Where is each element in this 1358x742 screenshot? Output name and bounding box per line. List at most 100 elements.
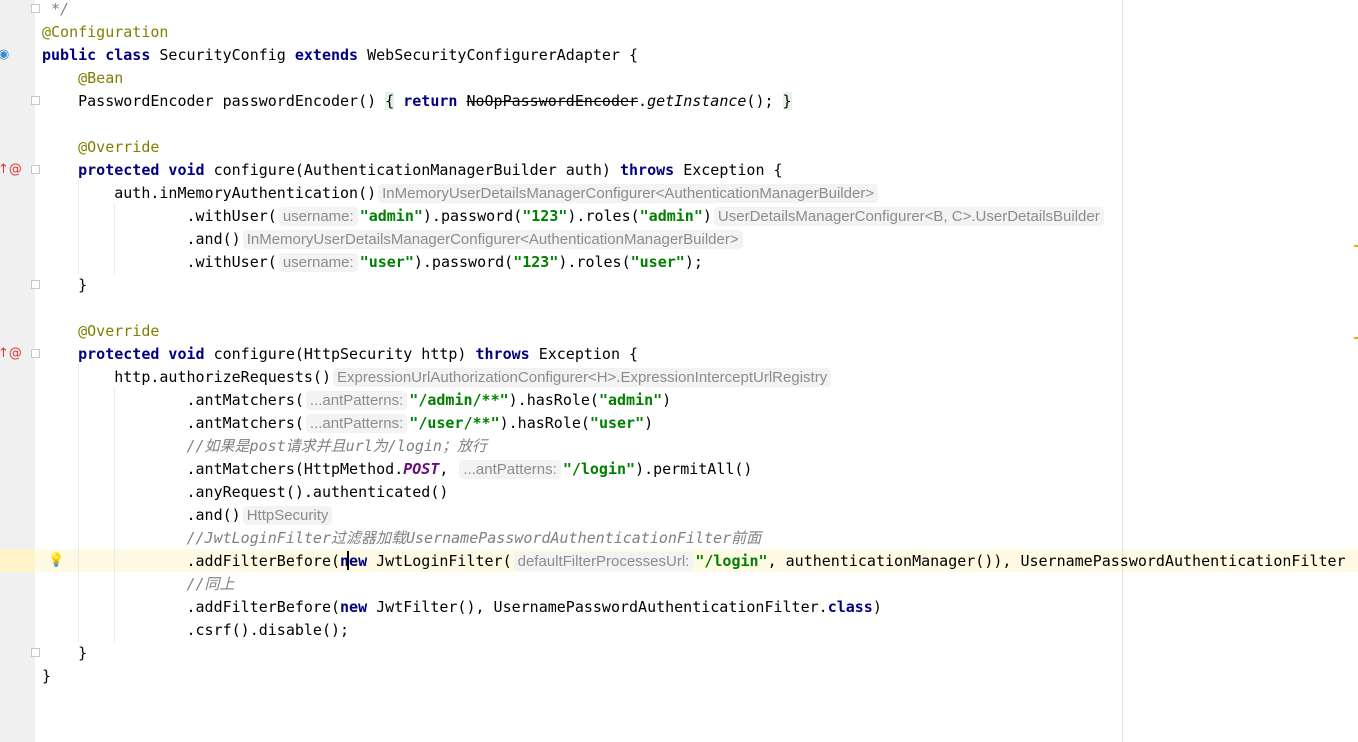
fold-toggle-icon[interactable] — [31, 648, 40, 657]
code-token: ).password( — [413, 253, 514, 271]
fold-toggle-icon[interactable] — [31, 96, 40, 105]
code-token: ).permitAll() — [635, 460, 753, 478]
code-line[interactable]: .withUser(username: "user").password("123… — [42, 251, 703, 274]
code-token: configure(AuthenticationManagerBuilder a… — [204, 161, 620, 179]
code-line[interactable]: .antMatchers(...antPatterns: "/admin/**")… — [42, 389, 671, 412]
annotation: @Override — [78, 322, 160, 340]
comment: */ — [42, 0, 70, 18]
code-line[interactable]: //如果是post请求并且url为/login；放行 — [42, 435, 487, 458]
code-line[interactable]: PasswordEncoder passwordEncoder() { retu… — [42, 90, 792, 113]
code-line[interactable]: @Override — [42, 320, 159, 343]
code-line[interactable]: .addFilterBefore(new JwtFilter(), Userna… — [42, 596, 882, 619]
comment: //JwtLoginFilter过滤器加载UsernamePasswordAut… — [186, 529, 762, 547]
fold-toggle-icon[interactable] — [31, 349, 40, 358]
code-line[interactable]: .withUser(username: "admin").password("12… — [42, 205, 1106, 228]
code-line[interactable]: protected void configure(AuthenticationM… — [42, 159, 782, 182]
code-token: ).hasRole( — [499, 414, 590, 432]
code-token: , — [439, 460, 458, 478]
code-line[interactable]: .antMatchers(...antPatterns: "/user/**").… — [42, 412, 653, 435]
code-token: ) — [662, 391, 672, 409]
string-literal: "/login" — [562, 460, 636, 478]
code-line[interactable]: //同上 — [42, 573, 235, 596]
code-line[interactable]: protected void configure(HttpSecurity ht… — [42, 343, 638, 366]
code-line[interactable]: .and() InMemoryUserDetailsManagerConfigur… — [42, 228, 745, 251]
code-token: ).roles( — [567, 207, 640, 225]
code-line[interactable]: } — [42, 274, 87, 297]
code-line[interactable]: */ — [42, 0, 69, 21]
fold-toggle-icon[interactable] — [31, 165, 40, 174]
parameter-hint: ...antPatterns: — [459, 460, 561, 479]
code-token: .csrf().disable(); — [42, 621, 350, 639]
code-token: .anyRequest().authenticated() — [42, 483, 449, 501]
text-caret — [347, 551, 349, 570]
override-method-icon[interactable]: ↑@ — [0, 347, 22, 361]
string-literal: "admin" — [598, 391, 663, 409]
code-line[interactable]: .addFilterBefore(new JwtLoginFilter(defa… — [42, 550, 1346, 573]
code-token: ).hasRole( — [508, 391, 599, 409]
constant: POST — [403, 460, 440, 478]
overrides-icon[interactable]: ◉ — [0, 48, 9, 62]
string-literal: "user" — [359, 253, 414, 271]
keyword: throws — [475, 345, 530, 363]
code-line[interactable]: .csrf().disable(); — [42, 619, 349, 642]
code-line[interactable]: @Configuration — [42, 21, 168, 44]
code-token: SecurityConfig — [150, 46, 295, 64]
keyword: protected void — [78, 345, 205, 363]
annotation: @Override — [78, 138, 160, 156]
override-method-icon[interactable]: ↑@ — [0, 163, 22, 177]
code-line[interactable]: } — [42, 642, 87, 665]
code-token: .antMatchers( — [42, 414, 304, 432]
string-literal: "/login" — [695, 552, 768, 570]
keyword: new — [340, 552, 368, 570]
warning-stripe-mark[interactable] — [1354, 337, 1358, 339]
code-line[interactable]: auth.inMemoryAuthentication() InMemoryUse… — [42, 182, 880, 205]
code-token: ) — [872, 598, 882, 616]
keyword: return — [403, 92, 458, 110]
parameter-hint: InMemoryUserDetailsManagerConfigurer<Aut… — [242, 230, 743, 249]
warning-stripe-mark[interactable] — [1354, 245, 1358, 247]
code-line[interactable]: @Bean — [42, 67, 123, 90]
string-literal: "user" — [589, 414, 645, 432]
code-token: ) — [702, 207, 712, 225]
code-token: http.authorizeRequests() — [42, 368, 331, 386]
code-line[interactable]: .anyRequest().authenticated() — [42, 481, 448, 504]
string-literal: "/user/**" — [409, 414, 500, 432]
parameter-hint: InMemoryUserDetailsManagerConfigurer<Aut… — [378, 184, 879, 203]
fold-toggle-icon[interactable] — [31, 4, 40, 13]
string-literal: "123" — [522, 207, 568, 225]
fold-toggle-icon[interactable] — [31, 280, 40, 289]
string-literal: "admin" — [359, 207, 423, 225]
code-token: ); — [684, 253, 703, 271]
parameter-hint: ...antPatterns: — [305, 414, 408, 433]
code-token: .addFilterBefore( — [42, 552, 341, 570]
code-line[interactable]: //JwtLoginFilter过滤器加载UsernamePasswordAut… — [42, 527, 762, 550]
comment: //同上 — [186, 575, 235, 593]
keyword: public class — [42, 46, 151, 64]
code-line[interactable]: .antMatchers(HttpMethod.POST, ...antPatt… — [42, 458, 752, 481]
code-token: , authenticationManager()), UsernamePass… — [767, 552, 1346, 570]
code-line[interactable]: @Override — [42, 136, 159, 159]
code-token: JwtLoginFilter( — [367, 552, 512, 570]
code-line[interactable]: } — [42, 665, 51, 688]
parameter-hint: username: — [278, 253, 358, 272]
folded-brace: { — [385, 92, 395, 110]
code-token: PasswordEncoder passwordEncoder() — [42, 92, 386, 110]
annotation: @Bean — [78, 69, 124, 87]
code-line[interactable]: http.authorizeRequests() ExpressionUrlAut… — [42, 366, 833, 389]
code-token: .and() — [42, 230, 241, 248]
string-literal: "admin" — [639, 207, 703, 225]
keyword: extends — [294, 46, 359, 64]
code-line[interactable]: .and() HttpSecurity — [42, 504, 334, 527]
code-line[interactable]: public class SecurityConfig extends WebS… — [42, 44, 638, 67]
parameter-hint: username: — [278, 207, 358, 226]
string-literal: "123" — [513, 253, 559, 271]
lightbulb-icon[interactable]: 💡 — [48, 554, 64, 568]
code-token: JwtFilter(), UsernamePasswordAuthenticat… — [367, 598, 828, 616]
